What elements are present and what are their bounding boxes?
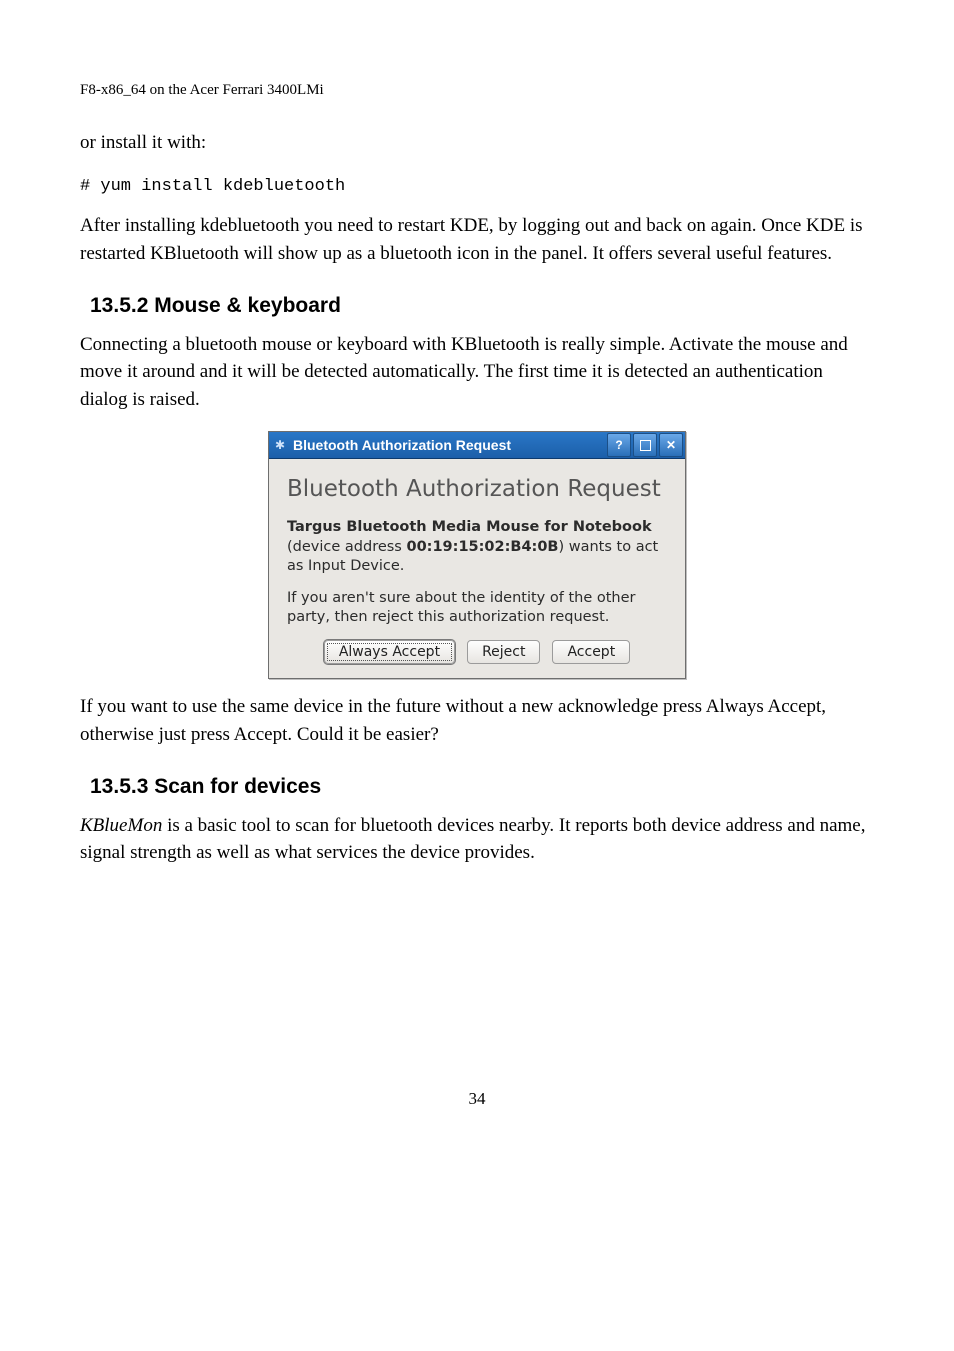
kbluemon-name: KBlueMon: [80, 815, 162, 836]
kbluemon-desc: is a basic tool to scan for bluetooth de…: [80, 815, 865, 864]
dialog-title: Bluetooth Authorization Request: [291, 436, 607, 456]
para-connecting: Connecting a bluetooth mouse or keyboard…: [80, 331, 874, 414]
device-name: Targus Bluetooth Media Mouse for Noteboo…: [287, 519, 652, 535]
section-heading-mouse-keyboard: 13.5.2 Mouse & keyboard: [90, 291, 874, 320]
bluetooth-icon: ✱: [269, 437, 291, 454]
para-after-install: After installing kdebluetooth you need t…: [80, 212, 874, 267]
device-mid: (device address: [287, 539, 406, 555]
dialog-advice: If you aren't sure about the identity of…: [287, 589, 667, 628]
dialog-titlebar[interactable]: ✱ Bluetooth Authorization Request ? ✕: [269, 432, 685, 459]
always-accept-button[interactable]: Always Accept: [324, 640, 455, 664]
dialog-heading: Bluetooth Authorization Request: [287, 475, 667, 504]
para-kbluemon: KBlueMon is a basic tool to scan for blu…: [80, 812, 874, 867]
accept-button[interactable]: Accept: [552, 640, 630, 664]
device-mac: 00:19:15:02:B4:0B: [406, 539, 558, 555]
auth-dialog: ✱ Bluetooth Authorization Request ? ✕ Bl…: [268, 431, 686, 679]
dialog-device-text: Targus Bluetooth Media Mouse for Noteboo…: [287, 518, 667, 577]
page-number: 34: [80, 1087, 874, 1111]
reject-button[interactable]: Reject: [467, 640, 540, 664]
section-heading-scan: 13.5.3 Scan for devices: [90, 772, 874, 801]
page-header: F8-x86_64 on the Acer Ferrari 3400LMi: [80, 80, 874, 101]
help-button[interactable]: ?: [607, 433, 631, 457]
close-button[interactable]: ✕: [659, 433, 683, 457]
para-after-dialog: If you want to use the same device in th…: [80, 693, 874, 748]
command-line: # yum install kdebluetooth: [80, 175, 874, 199]
maximize-button[interactable]: [633, 433, 657, 457]
para-install-intro: or install it with:: [80, 129, 874, 157]
